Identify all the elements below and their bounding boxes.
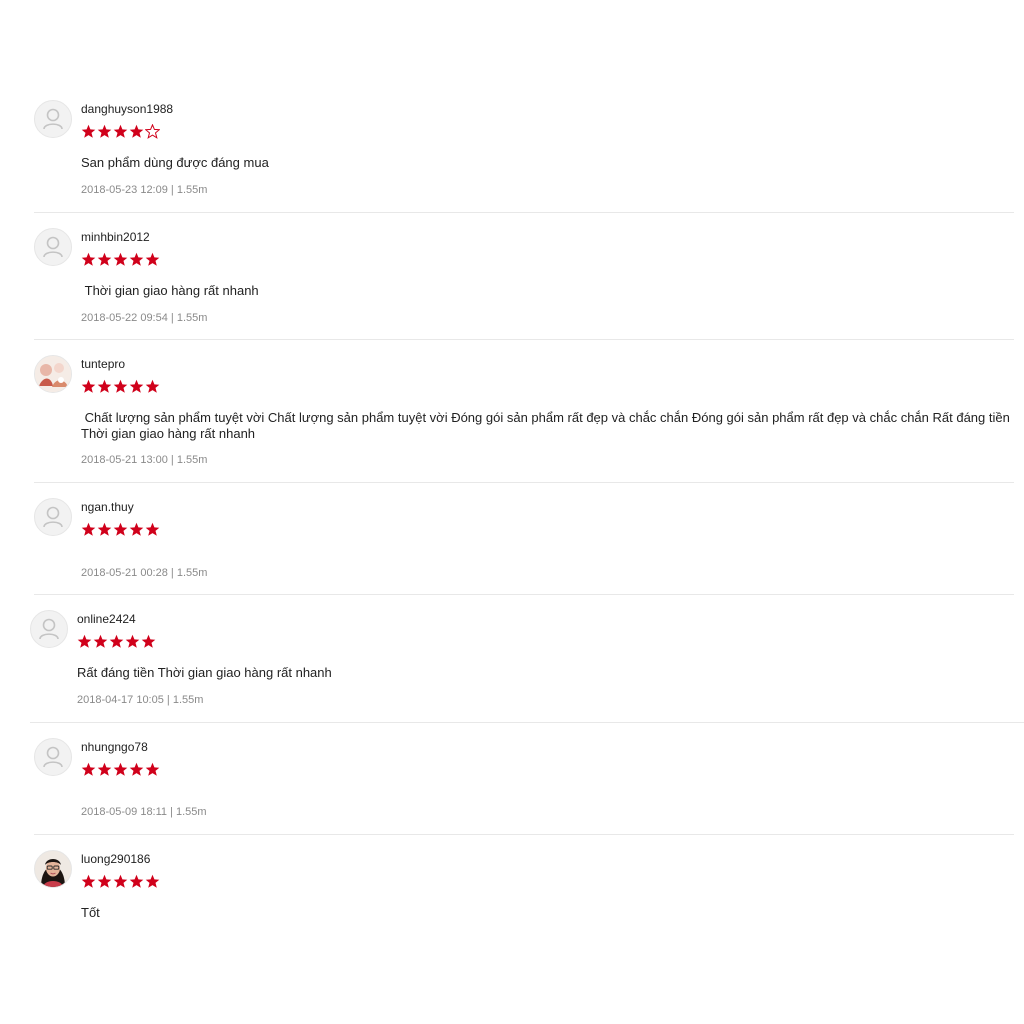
review-meta: 2018-05-22 09:54 | 1.55m	[81, 312, 208, 324]
star-filled-icon	[145, 379, 160, 393]
review-item: nhungngo78 2018-05-09 18:11 | 1.55m	[34, 738, 1014, 836]
user-avatar-icon[interactable]	[34, 100, 72, 138]
review-meta: 2018-05-21 00:28 | 1.55m	[81, 567, 208, 579]
star-filled-icon	[113, 522, 128, 536]
star-filled-icon	[97, 252, 112, 266]
star-filled-icon	[97, 522, 112, 536]
star-filled-icon	[97, 124, 112, 138]
star-rating	[77, 634, 156, 650]
divider	[34, 482, 1014, 483]
review-username[interactable]: nhungngo78	[81, 740, 148, 754]
star-filled-icon	[81, 379, 96, 393]
divider	[34, 212, 1014, 213]
review-username[interactable]: minhbin2012	[81, 230, 150, 244]
star-filled-icon	[97, 874, 112, 888]
star-filled-icon	[129, 124, 144, 138]
review-username[interactable]: danghuyson1988	[81, 102, 173, 116]
star-filled-icon	[113, 874, 128, 888]
star-filled-icon	[81, 762, 96, 776]
divider	[30, 722, 1024, 723]
star-rating	[81, 522, 160, 538]
review-comment: San phẩm dùng được đáng mua	[81, 155, 269, 170]
star-filled-icon	[129, 522, 144, 536]
review-comment: Tốt	[81, 905, 100, 920]
star-filled-icon	[81, 874, 96, 888]
star-filled-icon	[113, 124, 128, 138]
star-filled-icon	[97, 762, 112, 776]
photo-avatar-icon[interactable]	[34, 355, 72, 393]
star-filled-icon	[125, 634, 140, 648]
divider	[34, 339, 1014, 340]
review-username[interactable]: online2424	[77, 612, 136, 626]
star-filled-icon	[113, 252, 128, 266]
review-item: luong290186 Tốt	[34, 850, 1014, 930]
review-item: tuntepro Chất lượng sản phẩm tuyệt vời C…	[34, 355, 1024, 483]
star-filled-icon	[129, 874, 144, 888]
review-comment: Chất lượng sản phẩm tuyệt vời Chất lượng…	[81, 410, 1014, 441]
star-filled-icon	[97, 379, 112, 393]
divider	[34, 834, 1014, 835]
photo-avatar-icon[interactable]	[34, 850, 72, 888]
star-filled-icon	[77, 634, 92, 648]
star-filled-icon	[81, 252, 96, 266]
star-filled-icon	[145, 522, 160, 536]
user-avatar-icon[interactable]	[34, 738, 72, 776]
star-filled-icon	[145, 252, 160, 266]
star-filled-icon	[93, 634, 108, 648]
star-filled-icon	[113, 379, 128, 393]
review-item: ngan.thuy 2018-05-21 00:28 | 1.55m	[34, 498, 1014, 596]
star-rating	[81, 252, 160, 268]
review-comment: Thời gian giao hàng rất nhanh	[81, 283, 259, 298]
review-meta: 2018-05-21 13:00 | 1.55m	[81, 454, 208, 466]
star-filled-icon	[113, 762, 128, 776]
review-username[interactable]: ngan.thuy	[81, 500, 134, 514]
user-avatar-icon[interactable]	[30, 610, 68, 648]
review-meta: 2018-05-23 12:09 | 1.55m	[81, 184, 208, 196]
star-empty-icon	[145, 124, 160, 139]
star-filled-icon	[129, 252, 144, 266]
review-meta: 2018-04-17 10:05 | 1.55m	[77, 694, 204, 706]
review-username[interactable]: luong290186	[81, 852, 150, 866]
review-meta: 2018-05-09 18:11 | 1.55m	[81, 806, 207, 818]
user-avatar-icon[interactable]	[34, 228, 72, 266]
star-rating	[81, 124, 160, 140]
star-filled-icon	[145, 874, 160, 888]
star-filled-icon	[81, 522, 96, 536]
user-avatar-icon[interactable]	[34, 498, 72, 536]
star-filled-icon	[141, 634, 156, 648]
star-rating	[81, 379, 160, 395]
review-item: online2424 Rất đáng tiền Thời gian giao …	[30, 610, 1024, 723]
divider	[34, 594, 1014, 595]
star-rating	[81, 762, 160, 778]
review-item: danghuyson1988 San phẩm dùng được đáng m…	[34, 100, 1014, 213]
star-filled-icon	[129, 379, 144, 393]
review-item: minhbin2012 Thời gian giao hàng rất nhan…	[34, 228, 1014, 341]
star-rating	[81, 874, 160, 890]
star-filled-icon	[145, 762, 160, 776]
star-filled-icon	[81, 124, 96, 138]
star-filled-icon	[129, 762, 144, 776]
star-filled-icon	[109, 634, 124, 648]
review-comment: Rất đáng tiền Thời gian giao hàng rất nh…	[77, 665, 332, 680]
review-username[interactable]: tuntepro	[81, 357, 125, 371]
